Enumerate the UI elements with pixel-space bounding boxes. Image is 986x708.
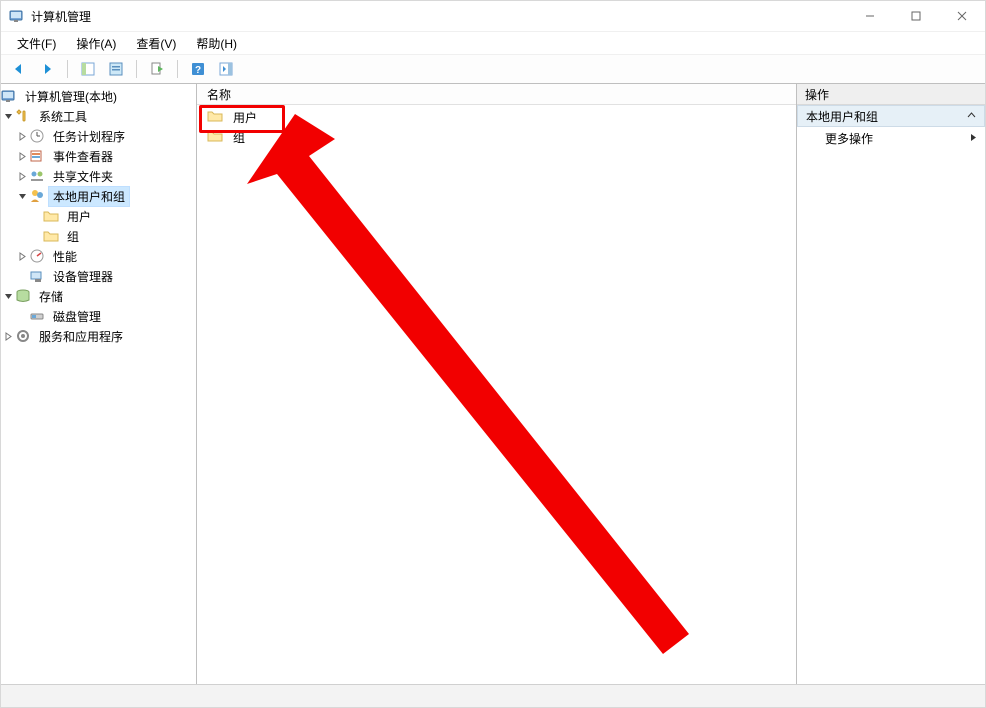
actions-more-label: 更多操作 [825,130,873,147]
tree-item-device-manager[interactable]: 设备管理器 [1,266,196,286]
menu-view[interactable]: 查看(V) [126,33,186,54]
result-pane: 名称 用户 组 [197,84,797,684]
show-action-pane-button[interactable] [214,57,238,81]
menu-action[interactable]: 操作(A) [66,33,126,54]
actions-group-header[interactable]: 本地用户和组 [797,105,985,127]
chevron-down-icon[interactable] [15,192,29,201]
folder-icon [207,130,223,145]
chevron-down-icon[interactable] [1,112,15,121]
minimize-button[interactable] [847,1,893,31]
tree-item-performance[interactable]: 性能 [1,246,196,266]
computer-management-icon [1,88,17,104]
list-body[interactable]: 用户 组 [197,105,796,684]
tree-item-label: 设备管理器 [49,267,117,286]
folder-icon [207,110,223,125]
menu-file[interactable]: 文件(F) [7,33,66,54]
tree-item-label: 系统工具 [35,107,91,126]
toolbar-separator [177,60,178,78]
chevron-down-icon[interactable] [1,292,15,301]
tools-icon [15,108,31,124]
tree-item-disk-management[interactable]: 磁盘管理 [1,306,196,326]
main-body: 计算机管理(本地) 系统工具 任务计划程序 事件查看器 [1,84,985,684]
tree-item-users[interactable]: 用户 [1,206,196,226]
tree-item-services-apps[interactable]: 服务和应用程序 [1,326,196,346]
tree-item-storage[interactable]: 存储 [1,286,196,306]
tree-item-label: 共享文件夹 [49,167,117,186]
submenu-arrow-icon [970,131,977,145]
properties-button[interactable] [104,57,128,81]
tree-item-label: 任务计划程序 [49,127,129,146]
chevron-right-icon[interactable] [15,172,29,181]
toolbar: ? [1,55,985,84]
forward-button[interactable] [35,57,59,81]
tree-item-groups[interactable]: 组 [1,226,196,246]
maximize-button[interactable] [893,1,939,31]
show-hide-tree-button[interactable] [76,57,100,81]
tree-item-label: 本地用户和组 [49,187,129,206]
tree-item-label: 服务和应用程序 [35,327,127,346]
tree-item-local-users-groups[interactable]: 本地用户和组 [1,186,196,206]
app-window: 计算机管理 文件(F) 操作(A) 查看(V) 帮助(H) [0,0,986,708]
chevron-right-icon[interactable] [15,252,29,261]
app-icon [9,8,25,24]
back-button[interactable] [7,57,31,81]
toolbar-separator [136,60,137,78]
export-button[interactable] [145,57,169,81]
tree-item-label: 存储 [35,287,67,306]
device-manager-icon [29,268,45,284]
column-header-name[interactable]: 名称 [197,84,796,105]
menu-help[interactable]: 帮助(H) [186,33,247,54]
svg-text:?: ? [195,65,201,76]
list-item-groups[interactable]: 组 [197,127,796,147]
chevron-right-icon[interactable] [15,152,29,161]
chevron-right-icon[interactable] [15,132,29,141]
event-viewer-icon [29,148,45,164]
tree-item-shared-folders[interactable]: 共享文件夹 [1,166,196,186]
collapse-icon [967,109,976,123]
users-icon [29,188,45,204]
tree-item-label: 磁盘管理 [49,307,105,326]
tree-item-label: 性能 [49,247,81,266]
actions-pane: 操作 本地用户和组 更多操作 [797,84,985,684]
actions-group-label: 本地用户和组 [806,108,878,125]
list-item-label: 用户 [229,109,261,126]
window-title: 计算机管理 [31,8,91,25]
menu-bar: 文件(F) 操作(A) 查看(V) 帮助(H) [1,32,985,55]
clock-icon [29,128,45,144]
tree-item-label: 组 [63,227,83,246]
title-bar: 计算机管理 [1,1,985,32]
folder-icon [43,208,59,224]
tree-item-event-viewer[interactable]: 事件查看器 [1,146,196,166]
tree-item-task-scheduler[interactable]: 任务计划程序 [1,126,196,146]
close-button[interactable] [939,1,985,31]
tree-item-label: 用户 [63,207,95,226]
list-item-label: 组 [229,129,249,146]
tree-item-system-tools[interactable]: 系统工具 [1,106,196,126]
shared-folder-icon [29,168,45,184]
folder-icon [43,228,59,244]
tree-item-label: 事件查看器 [49,147,117,166]
tree-root[interactable]: 计算机管理(本地) [1,86,196,106]
performance-icon [29,248,45,264]
actions-more[interactable]: 更多操作 [797,127,985,149]
tree-item-label: 计算机管理(本地) [21,87,121,106]
actions-header: 操作 [797,84,985,105]
chevron-right-icon[interactable] [1,332,15,341]
storage-icon [15,288,31,304]
disk-icon [29,308,45,324]
list-item-users[interactable]: 用户 [197,107,796,127]
help-button[interactable]: ? [186,57,210,81]
toolbar-separator [67,60,68,78]
services-icon [15,328,31,344]
console-tree[interactable]: 计算机管理(本地) 系统工具 任务计划程序 事件查看器 [1,84,197,684]
status-bar [1,684,985,707]
